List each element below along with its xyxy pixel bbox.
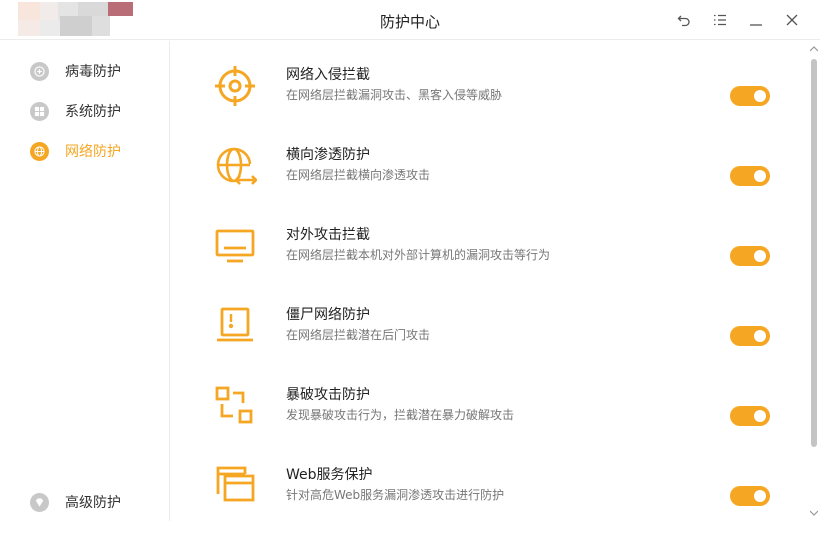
web-window-icon — [213, 464, 257, 508]
scroll-up-icon[interactable] — [808, 43, 820, 55]
protection-title: 对外攻击拦截 — [286, 227, 370, 243]
sidebar-item-network-protection[interactable]: 网络防护 — [30, 139, 121, 163]
protection-toggle[interactable] — [730, 406, 770, 426]
brute-force-icon — [213, 384, 257, 428]
protection-title: 僵尸网络防护 — [286, 307, 370, 323]
protection-description: 发现暴破攻击行为，拦截潜在暴力破解攻击 — [286, 408, 515, 422]
list-item: 暴破攻击防护 发现暴破攻击行为，拦截潜在暴力破解攻击 — [171, 384, 808, 464]
sidebar-item-advanced-protection[interactable]: 高级防护 — [30, 490, 121, 514]
diamond-icon — [30, 492, 49, 512]
protection-description: 在网络层拦截本机对外部计算机的漏洞攻击等行为 — [286, 248, 551, 262]
window-title: 防护中心 — [379, 13, 440, 31]
crosshair-icon — [213, 64, 257, 108]
protection-description: 在网络层拦截潜在后门攻击 — [286, 328, 431, 342]
vertical-scrollbar[interactable] — [808, 41, 820, 521]
windows-icon — [30, 101, 49, 121]
title-bar: 防护中心 — [0, 0, 820, 40]
list-item: 对外攻击拦截 在网络层拦截本机对外部计算机的漏洞攻击等行为 — [171, 224, 808, 304]
protection-toggle[interactable] — [730, 86, 770, 106]
sidebar-item-label: 病毒防护 — [65, 64, 121, 80]
sidebar-item-label: 高级防护 — [65, 495, 121, 511]
protection-toggle[interactable] — [730, 166, 770, 186]
protection-toggle[interactable] — [730, 486, 770, 506]
protection-description: 在网络层拦截横向渗透攻击 — [286, 168, 431, 182]
protection-title: 暴破攻击防护 — [286, 387, 370, 403]
sidebar-item-label: 网络防护 — [65, 144, 121, 160]
protection-title: 横向渗透防护 — [286, 147, 370, 163]
sidebar-item-label: 系统防护 — [65, 104, 121, 120]
sidebar: 病毒防护 系统防护 网络防护 高级防护 — [0, 41, 170, 521]
minimize-icon[interactable] — [745, 9, 767, 31]
globe-icon — [30, 141, 49, 161]
list-item: Web服务保护 针对高危Web服务漏洞渗透攻击进行防护 — [171, 464, 808, 521]
sidebar-item-virus-protection[interactable]: 病毒防护 — [30, 59, 121, 83]
scroll-down-icon[interactable] — [808, 507, 820, 519]
protection-title: Web服务保护 — [286, 467, 373, 483]
globe-arrows-icon — [213, 144, 258, 188]
sidebar-item-system-protection[interactable]: 系统防护 — [30, 99, 121, 123]
protection-list: 网络入侵拦截 在网络层拦截漏洞攻击、黑客入侵等威胁 横向渗透防护 在网络层拦截横… — [171, 41, 808, 521]
list-item: 网络入侵拦截 在网络层拦截漏洞攻击、黑客入侵等威胁 — [171, 64, 808, 144]
scrollbar-thumb[interactable] — [811, 59, 817, 447]
plus-icon — [30, 61, 49, 81]
protection-description: 在网络层拦截漏洞攻击、黑客入侵等威胁 — [286, 88, 503, 102]
list-item: 僵尸网络防护 在网络层拦截潜在后门攻击 — [171, 304, 808, 384]
close-icon[interactable] — [781, 9, 803, 31]
list-item: 横向渗透防护 在网络层拦截横向渗透攻击 — [171, 144, 808, 224]
protection-toggle[interactable] — [730, 326, 770, 346]
menu-icon[interactable] — [709, 9, 731, 31]
back-icon[interactable] — [673, 9, 695, 31]
protection-title: 网络入侵拦截 — [286, 67, 370, 83]
protection-description: 针对高危Web服务漏洞渗透攻击进行防护 — [286, 488, 505, 502]
monitor-icon — [213, 224, 257, 268]
laptop-alert-icon — [213, 304, 257, 348]
protection-toggle[interactable] — [730, 246, 770, 266]
